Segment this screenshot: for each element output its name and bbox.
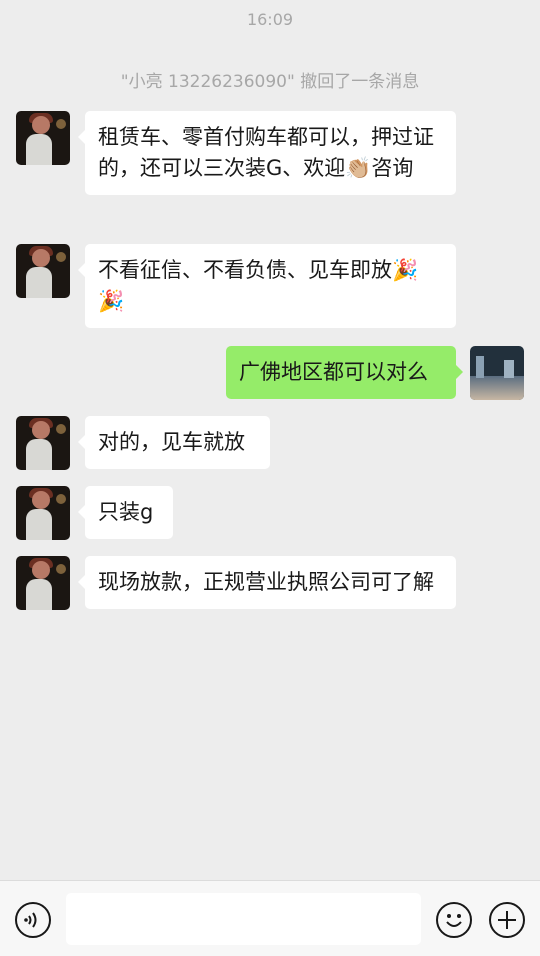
- message-input[interactable]: [66, 893, 421, 945]
- contact-avatar[interactable]: [16, 556, 70, 610]
- contact-avatar[interactable]: [16, 486, 70, 540]
- plus-icon: [498, 911, 516, 929]
- incoming-message-bubble[interactable]: 对的，见车就放: [78, 416, 270, 469]
- incoming-message-bubble[interactable]: 现场放款，正规营业执照公司可了解: [78, 556, 456, 609]
- timestamp: 16:09: [246, 10, 294, 29]
- voice-icon: [24, 912, 37, 928]
- emoji-button[interactable]: [436, 902, 472, 938]
- contact-avatar[interactable]: [16, 111, 70, 165]
- incoming-message-bubble[interactable]: 不看征信、不看负债、见车即放🎉🎉: [78, 244, 456, 328]
- input-toolbar: [0, 880, 540, 956]
- contact-avatar[interactable]: [16, 244, 70, 298]
- incoming-message-bubble[interactable]: 租赁车、零首付购车都可以，押过证的，还可以三次装G、欢迎👏🏼咨询: [78, 111, 456, 195]
- emoji-icon: [446, 914, 462, 927]
- more-button[interactable]: [489, 902, 525, 938]
- voice-button[interactable]: [15, 902, 51, 938]
- incoming-message-bubble[interactable]: 只装g: [78, 486, 173, 539]
- my-avatar[interactable]: [470, 346, 524, 400]
- outgoing-message-bubble[interactable]: 广佛地区都可以对么: [226, 346, 463, 399]
- recall-notice: "小亮 13226236090" 撤回了一条消息: [120, 72, 420, 92]
- contact-avatar[interactable]: [16, 416, 70, 470]
